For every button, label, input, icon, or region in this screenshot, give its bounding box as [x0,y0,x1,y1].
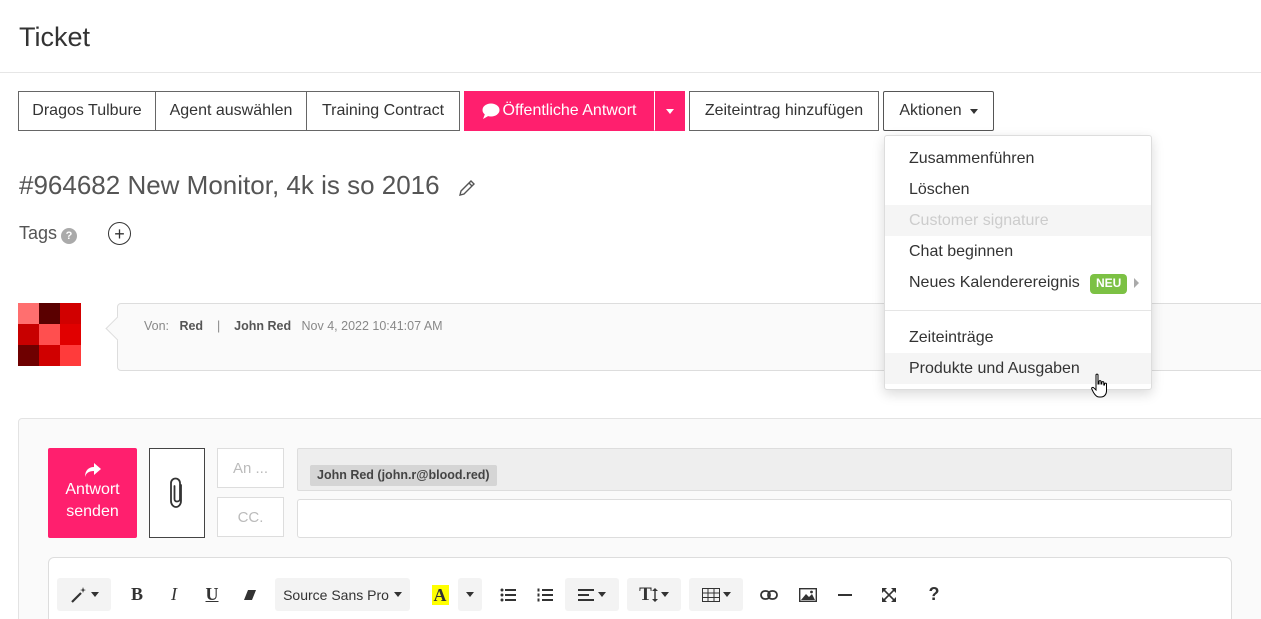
italic-button[interactable]: I [161,578,187,611]
caret-down-icon [969,108,978,114]
from-name[interactable]: Red [179,319,203,333]
menu-item-time-entries[interactable]: Zeiteinträge [885,322,1151,353]
vertical-arrows-icon [651,587,658,602]
menu-item-start-chat[interactable]: Chat beginnen [885,236,1151,267]
avatar-pixel [39,324,60,345]
avatar-pixel [18,345,39,366]
expand-icon [882,587,896,602]
customer-button[interactable]: Dragos Tulbure [18,91,156,131]
author-name[interactable]: John Red [234,319,291,333]
cc-button[interactable]: CC. [217,497,284,537]
paperclip-icon [170,477,182,508]
hand-cursor-icon [1091,373,1107,398]
caret-right-icon [1134,278,1139,288]
bold-button[interactable]: B [124,578,150,611]
image-button[interactable] [796,578,820,611]
eraser-button[interactable] [237,578,263,611]
caret-down-icon [90,592,99,597]
share-arrow-icon [84,463,101,477]
add-tag-icon[interactable]: + [108,222,131,245]
actions-menu: Zusammenführen Löschen Customer signatur… [884,135,1152,390]
page-title: Ticket [19,22,91,52]
ticket-title: #964682 New Monitor, 4k is so 2016 [19,170,440,200]
page-header: Ticket [0,0,1261,73]
avatar [18,303,81,366]
table-dropdown[interactable] [689,578,743,611]
help-icon[interactable]: ? [61,228,77,244]
align-left-icon [578,588,594,601]
link-button[interactable] [757,578,781,611]
horizontal-rule-icon [838,593,852,596]
caret-down-icon [393,592,402,597]
text-color-button[interactable]: A [428,578,452,611]
agent-select-button[interactable]: Agent auswählen [155,91,307,131]
caret-down-icon [665,108,674,114]
actions-label: Aktionen [899,102,962,119]
avatar-pixel [60,345,81,366]
actions-dropdown-button[interactable]: Aktionen [883,91,994,131]
numbered-list-button[interactable] [533,578,557,611]
underline-button[interactable]: U [199,578,225,611]
message-meta: Von: Red | John Red Nov 4, 2022 10:41:07… [144,319,443,333]
menu-item-products-expenses[interactable]: Produkte und Ausgaben [885,353,1151,384]
font-family-label: Source Sans Pro [283,586,389,603]
avatar-pixel [39,345,60,366]
send-label-line2: senden [66,503,119,520]
menu-item-merge[interactable]: Zusammenführen [885,143,1151,174]
public-reply-label: Öffentliche Antwort [502,102,637,119]
menu-divider [885,310,1151,311]
menu-item-customer-signature: Customer signature [885,205,1151,236]
image-icon [799,587,817,602]
bullet-list-button[interactable] [496,578,520,611]
new-badge: NEU [1090,274,1128,294]
table-icon [701,587,720,602]
meta-separator: | [216,319,221,333]
caret-down-icon [598,592,606,597]
text-size-letter: T [639,583,652,605]
caret-down-icon [722,592,731,597]
public-reply-dropdown-toggle[interactable] [654,91,685,131]
send-label-line1: Antwort [65,481,120,498]
fullscreen-button[interactable] [877,578,901,611]
eraser-icon [244,589,256,600]
cc-input[interactable] [297,499,1232,538]
avatar-pixel [60,324,81,345]
add-time-entry-button[interactable]: Zeiteintrag hinzufügen [689,91,879,131]
message-timestamp: Nov 4, 2022 10:41:07 AM [301,319,443,333]
to-recipients-field[interactable]: John Red (john.r@blood.red) [297,448,1232,491]
pencil-icon[interactable] [457,178,477,198]
numbered-list-icon [537,588,553,601]
recipient-chip[interactable]: John Red (john.r@blood.red) [310,465,497,486]
menu-item-new-calendar-event[interactable]: Neues Kalenderereignis NEU [885,267,1151,298]
caret-down-icon [660,592,669,597]
tags-label: Tags [19,223,58,243]
bullet-list-icon [500,588,516,601]
link-icon [760,589,778,600]
from-label: Von: [144,319,170,333]
contract-button[interactable]: Training Contract [306,91,460,131]
public-reply-button[interactable]: Öffentliche Antwort [464,91,654,131]
menu-item-delete[interactable]: Löschen [885,174,1151,205]
align-dropdown[interactable] [565,578,619,611]
text-color-dropdown[interactable] [458,578,482,611]
avatar-pixel [60,303,81,324]
avatar-pixel [18,303,39,324]
text-color-letter: A [431,584,449,605]
to-button[interactable]: An ... [217,448,284,488]
menu-item-label: Neues Kalenderereignis [909,273,1080,291]
send-reply-button[interactable]: Antwort senden [48,448,137,538]
text-size-dropdown[interactable]: T [627,578,681,611]
magic-wand-dropdown[interactable] [57,578,111,611]
magic-wand-icon [70,586,86,603]
caret-down-icon [466,592,474,597]
attach-button[interactable] [149,448,205,538]
speech-bubble-icon [482,103,499,119]
avatar-pixel [39,303,60,324]
editor-help-button[interactable]: ? [922,578,946,611]
avatar-pixel [18,324,39,345]
horizontal-rule-button[interactable] [833,578,857,611]
font-family-select[interactable]: Source Sans Pro [275,578,410,611]
